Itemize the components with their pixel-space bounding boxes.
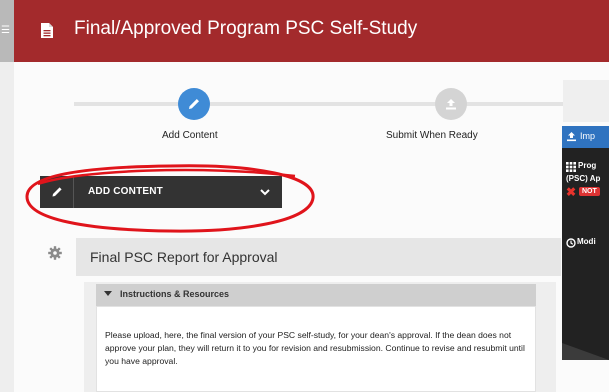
side-panel-modified: Modi <box>577 237 596 246</box>
status-badge: NOT <box>579 187 600 196</box>
upload-icon <box>567 132 576 142</box>
upload-icon <box>446 99 456 110</box>
add-content-dropdown[interactable]: ADD CONTENT <box>40 176 282 208</box>
step-submit-when-ready[interactable] <box>435 88 467 120</box>
instructions-block: Instructions & Resources Please upload, … <box>84 282 556 392</box>
page-title: Final/Approved Program PSC Self-Study <box>74 18 418 39</box>
pencil-icon <box>52 187 62 197</box>
section-header: Final PSC Report for Approval <box>76 238 561 276</box>
add-content-label: ADD CONTENT <box>88 186 163 197</box>
grid-icon <box>566 162 576 172</box>
side-panel-program: Prog <box>578 161 597 170</box>
chevron-down-icon <box>260 189 270 196</box>
left-edge-strip: ☰ <box>0 0 14 392</box>
close-x-icon: ✖ <box>566 185 577 199</box>
instructions-label: Instructions & Resources <box>120 289 230 299</box>
caret-down-icon <box>104 291 112 296</box>
main-content: Add Content Submit When Ready Imp Prog (… <box>14 62 609 392</box>
progress-track <box>74 102 564 106</box>
menu-icon: ☰ <box>1 25 10 36</box>
instructions-body: Please upload, here, the final version o… <box>96 306 536 392</box>
add-content-pencil <box>40 176 74 208</box>
side-panel-title: Imp <box>580 131 596 141</box>
side-panel-psc: (PSC) Ap <box>566 174 601 183</box>
instructions-toggle[interactable]: Instructions & Resources <box>96 284 536 306</box>
instructions-text: Please upload, here, the final version o… <box>105 330 525 366</box>
section-title: Final PSC Report for Approval <box>90 249 278 265</box>
step-label-add-content[interactable]: Add Content <box>162 130 218 141</box>
step-label-submit[interactable]: Submit When Ready <box>386 130 478 141</box>
clock-icon <box>566 238 576 248</box>
step-add-content[interactable] <box>178 88 210 120</box>
side-panel-header[interactable]: Imp <box>562 126 609 148</box>
document-icon <box>40 22 54 44</box>
left-tab[interactable]: ☰ <box>0 0 14 62</box>
gear-icon[interactable] <box>48 246 62 260</box>
page-header: Final/Approved Program PSC Self-Study <box>14 0 609 62</box>
next-step-placeholder <box>563 80 609 122</box>
side-panel: Imp Prog (PSC) Ap ✖ NOT Modi <box>562 126 609 360</box>
side-panel-body: Prog (PSC) Ap ✖ NOT Modi <box>562 148 609 360</box>
pencil-icon <box>189 99 199 109</box>
